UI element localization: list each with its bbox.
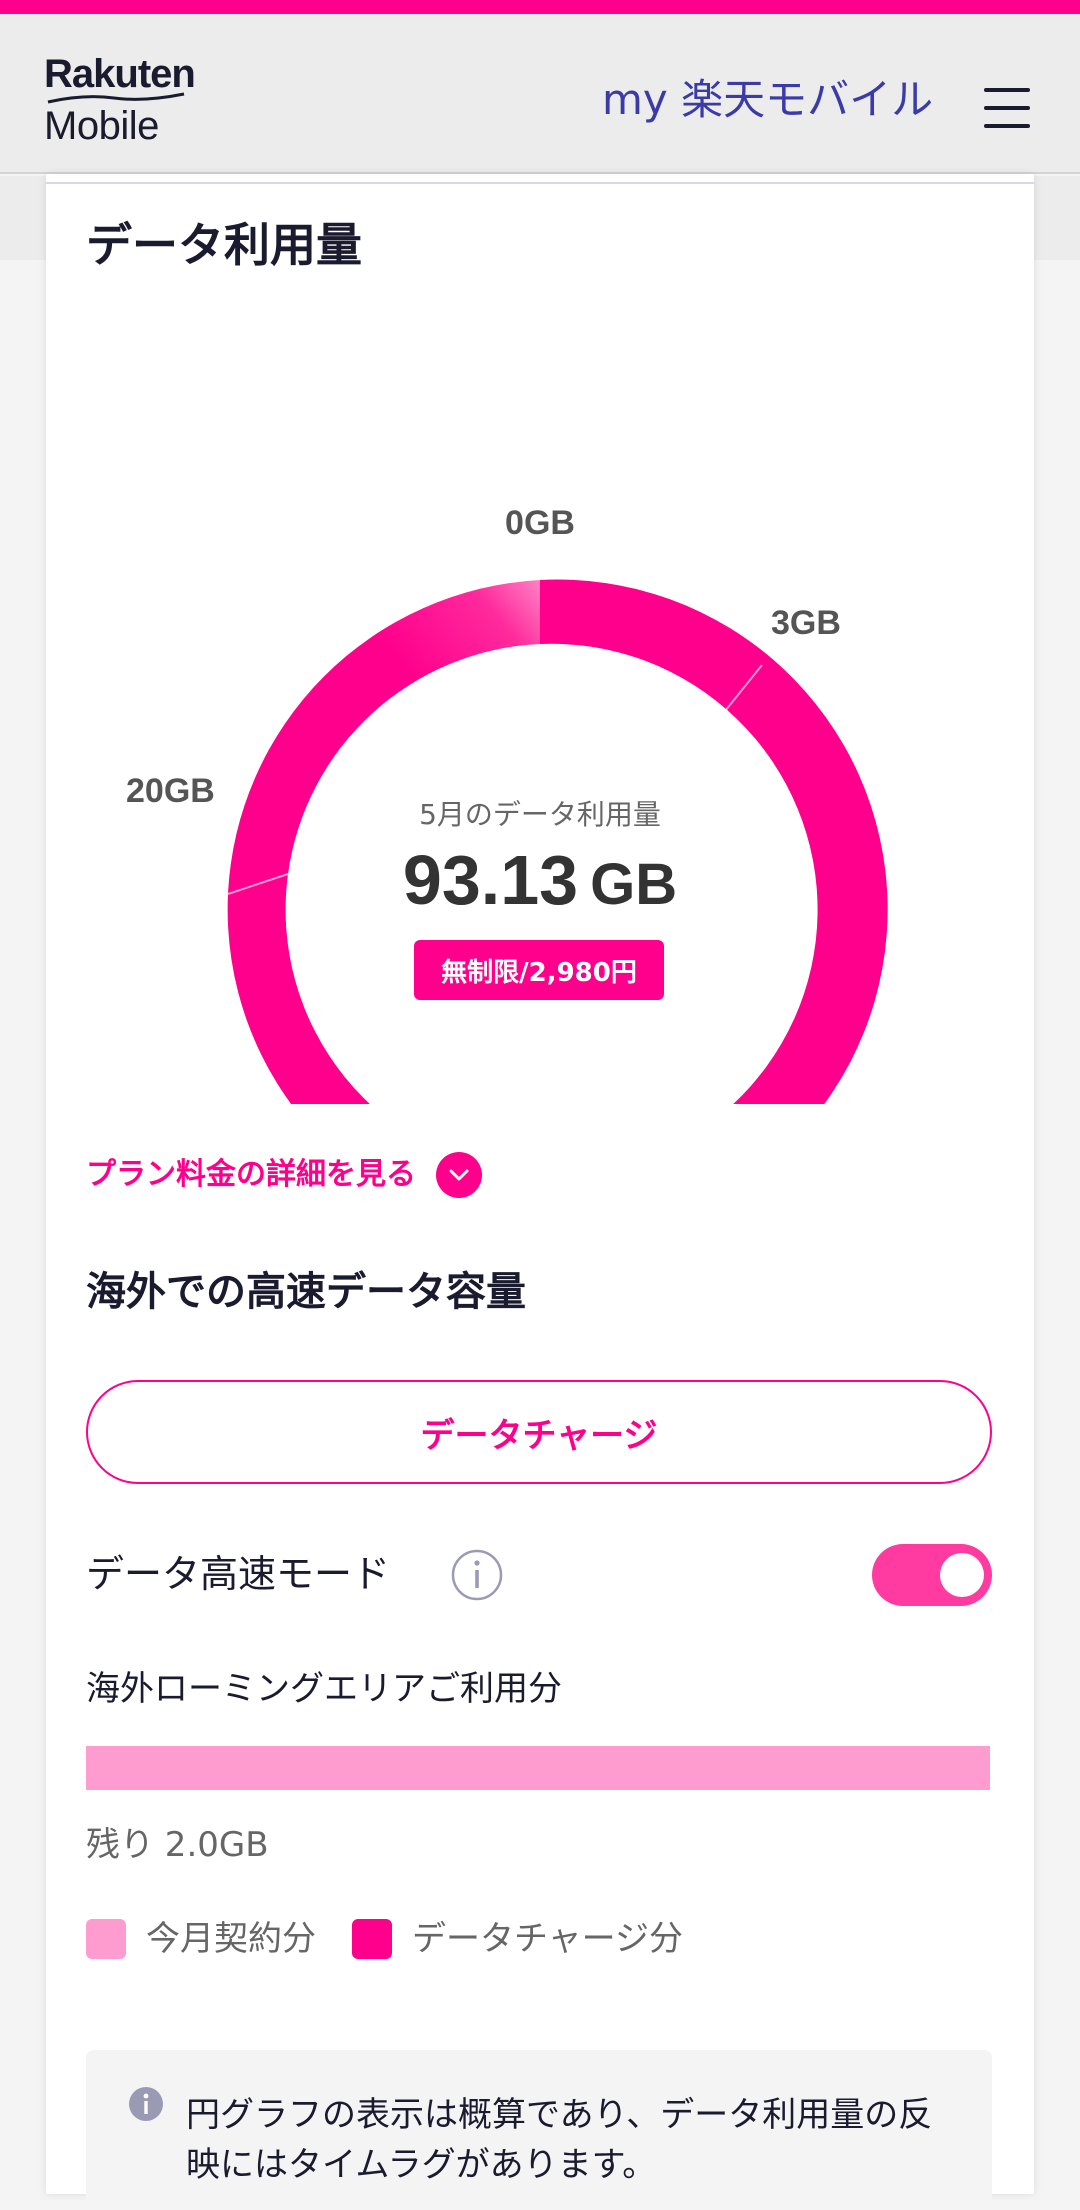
usage-card: データ利用量 0GB 3GB 20GB 5月のデータ利用量 93.13 GB 無制… — [46, 174, 1034, 2210]
tick-label-20gb: 20GB — [126, 772, 215, 810]
roaming-usage-label: 海外ローミングエリアご利用分 — [86, 1669, 562, 1709]
remaining-data: 残り 2.0GB — [86, 1825, 269, 1865]
info-icon[interactable] — [450, 1548, 504, 1602]
brand-top-line — [0, 0, 1080, 14]
chevron-down-icon[interactable] — [436, 1152, 482, 1198]
plan-details-link-label: プラン料金の詳細を見る — [86, 1157, 416, 1192]
menu-icon[interactable] — [984, 88, 1030, 128]
usage-amount-unit: GB — [590, 852, 677, 917]
rakuten-mobile-logo[interactable]: Rakuten Mobile — [44, 54, 204, 154]
usage-amount: 93.13 GB — [403, 841, 677, 919]
data-charge-button[interactable]: データチャージ — [86, 1380, 992, 1484]
section-title: データ利用量 — [86, 218, 362, 272]
legend-swatch-charge — [352, 1919, 392, 1959]
plan-details-link[interactable]: プラン料金の詳細を見る — [86, 1152, 482, 1198]
app-header: Rakuten Mobile my 楽天モバイル — [0, 14, 1080, 174]
high-speed-mode-toggle[interactable] — [872, 1544, 992, 1606]
legend-label-charge: データチャージ分 — [412, 1919, 683, 1959]
usage-legend: 今月契約分 データチャージ分 — [86, 1914, 719, 1964]
legend-swatch-contract — [86, 1919, 126, 1959]
legend-label-contract: 今月契約分 — [146, 1919, 316, 1959]
usage-amount-number: 93.13 — [403, 841, 578, 919]
plan-badge: 無制限/2,980円 — [441, 958, 637, 988]
chart-disclaimer-note: 円グラフの表示は概算であり、データ利用量の反映にはタイムラグがあります。 — [86, 2050, 992, 2210]
info-note-icon — [129, 2087, 163, 2121]
toggle-knob — [940, 1553, 984, 1597]
roaming-usage-bar — [86, 1746, 990, 1790]
header-title[interactable]: my 楽天モバイル — [602, 70, 933, 130]
note-text: 円グラフの表示は概算であり、データ利用量の反映にはタイムラグがあります。 — [186, 2095, 933, 2185]
card-divider — [46, 182, 1034, 184]
logo-line-1: Rakuten — [44, 52, 196, 96]
roaming-usage-bar-fill — [86, 1746, 990, 1790]
high-speed-mode-label: データ高速モード — [86, 1552, 391, 1596]
tick-label-3gb: 3GB — [771, 604, 841, 642]
logo-line-2: Mobile — [44, 104, 159, 148]
center-label: 5月のデータ利用量 — [419, 798, 661, 831]
data-usage-donut-chart: 0GB 3GB 20GB 5月のデータ利用量 93.13 GB 無制限/2,980… — [126, 504, 888, 1104]
overseas-title: 海外での高速データ容量 — [86, 1269, 526, 1315]
tick-label-0gb: 0GB — [505, 504, 575, 542]
